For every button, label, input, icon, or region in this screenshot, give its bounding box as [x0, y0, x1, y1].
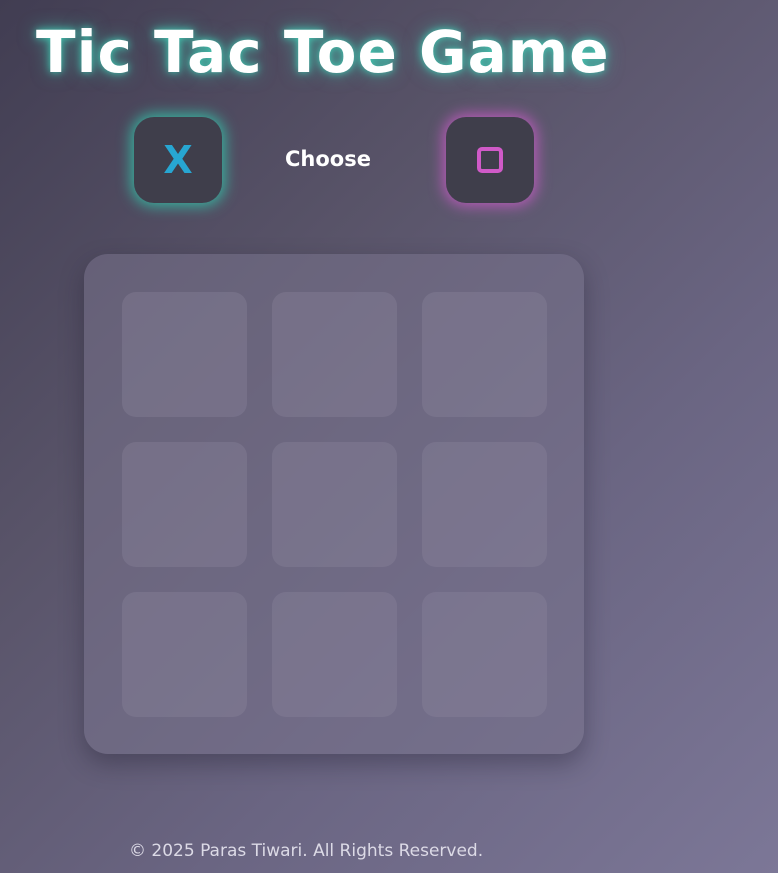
board-cell-7[interactable]	[122, 592, 247, 717]
board-cell-3[interactable]	[422, 292, 547, 417]
choose-o-button[interactable]	[446, 117, 534, 203]
board-cell-8[interactable]	[272, 592, 397, 717]
x-symbol-icon: X	[163, 138, 193, 182]
board-cell-9[interactable]	[422, 592, 547, 717]
game-board	[84, 254, 584, 754]
board-cell-6[interactable]	[422, 442, 547, 567]
board-cell-4[interactable]	[122, 442, 247, 567]
board-cell-1[interactable]	[122, 292, 247, 417]
o-symbol-icon	[477, 147, 503, 173]
board-cell-5[interactable]	[272, 442, 397, 567]
choose-x-button[interactable]: X	[134, 117, 222, 203]
copyright-footer: © 2025 Paras Tiwari. All Rights Reserved…	[129, 841, 484, 861]
choose-label: Choose	[285, 147, 371, 171]
board-cell-2[interactable]	[272, 292, 397, 417]
page-title: Tic Tac Toe Game	[36, 18, 610, 86]
